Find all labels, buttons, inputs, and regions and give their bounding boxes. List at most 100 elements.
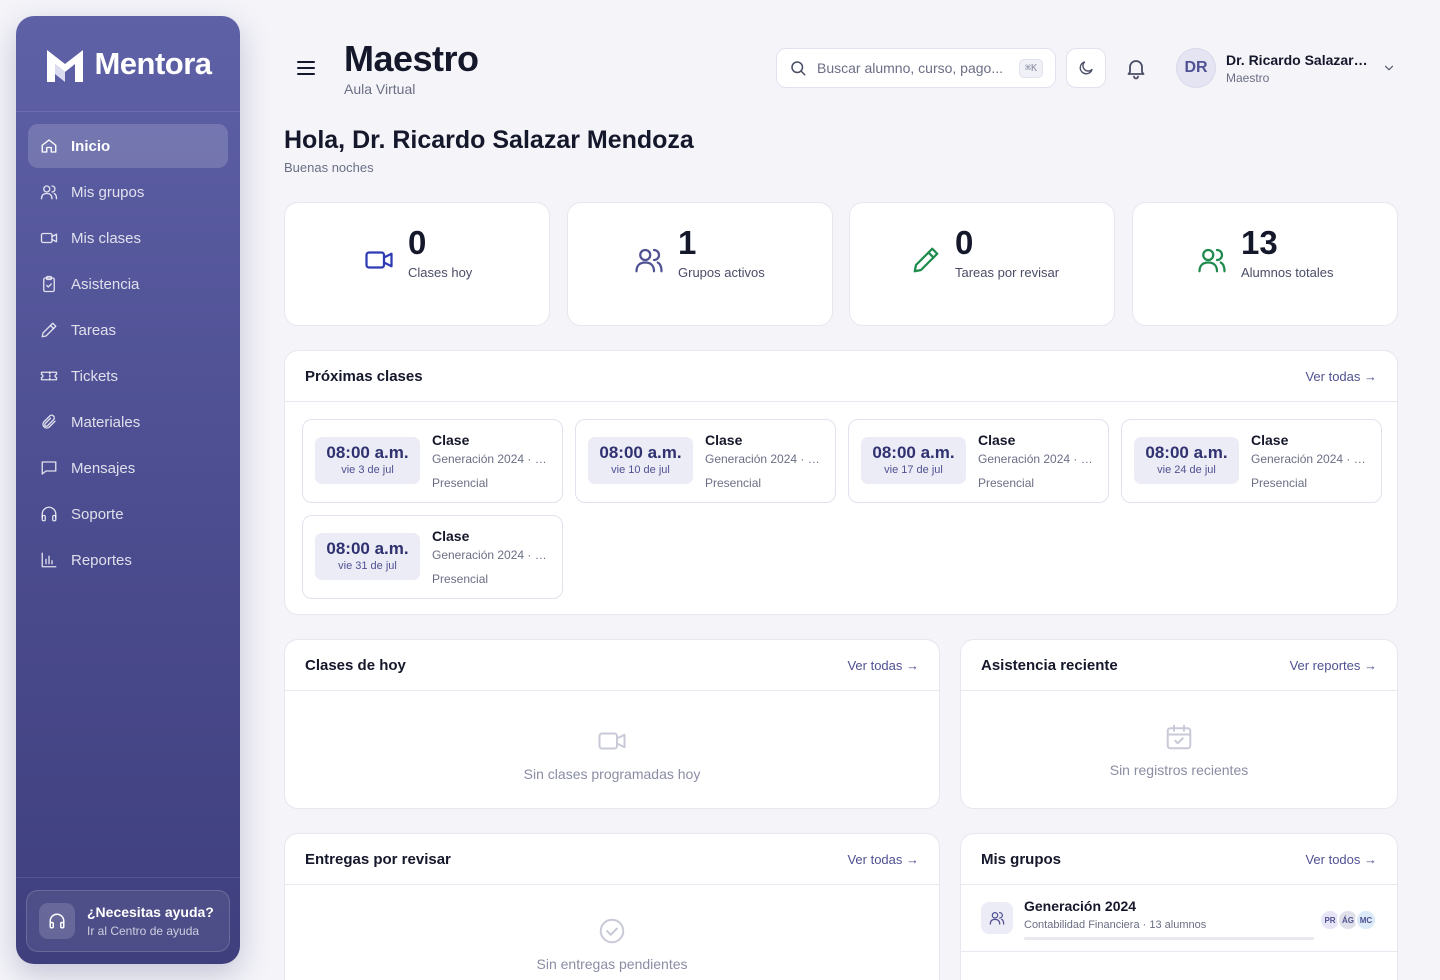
group-progress-bar [1024,937,1314,940]
mentora-logo-icon [47,49,84,82]
view-all-link[interactable]: Ver todas → [847,852,919,867]
class-time-badge: 08:00 a.m. vie 10 de jul [588,437,693,484]
video-icon [598,732,626,750]
empty-state: Sin entregas pendientes [285,916,939,972]
sidebar-item-tickets[interactable]: Tickets [28,354,228,398]
help-center-card[interactable]: ¿Necesitas ayuda? Ir al Centro de ayuda [26,890,230,952]
pencil-icon [913,247,939,272]
users-icon [1198,248,1226,272]
user-name: Dr. Ricardo Salazar Mendoza [1226,51,1370,68]
sidebar-item-reportes[interactable]: Reportes [28,538,228,582]
group-name: Generación 2024 [1024,898,1137,914]
empty-state: Sin clases programadas hoy [285,726,939,782]
class-card[interactable]: 08:00 a.m. vie 3 de jul Clase Generación… [302,419,563,503]
class-mode: Presencial [432,476,489,490]
empty-text: Sin registros recientes [1109,762,1249,778]
sidebar-item-label: Tickets [71,367,118,385]
stat-card-tareas-por-revisar[interactable]: 0 Tareas por revisar [849,202,1115,326]
users-icon [981,902,1013,934]
calendar-check-icon [1166,724,1192,750]
stat-card-clases-hoy[interactable]: 0 Clases hoy [284,202,550,326]
class-title: Clase [432,432,470,448]
page-title: Maestro [344,38,479,79]
group-row[interactable]: Generación 2024 Contabilidad Financiera … [961,886,1397,952]
panel-title: Clases de hoy [305,656,406,674]
moon-icon [1079,61,1093,75]
sidebar: Mentora Inicio Mis grupos Mis clases Asi… [16,16,240,964]
class-card[interactable]: 08:00 a.m. vie 31 de jul Clase Generació… [302,515,563,599]
sidebar-item-mis-grupos[interactable]: Mis grupos [28,170,228,214]
group-members: PR ÁG MC [1319,909,1377,931]
pencil-icon [41,322,57,338]
view-reports-link[interactable]: Ver reportes → [1290,658,1377,673]
search-bar[interactable]: ⌘K [776,48,1056,88]
sidebar-nav: Inicio Mis grupos Mis clases Asistencia … [16,112,240,877]
view-all-groups-link[interactable]: Ver todos → [1305,852,1377,867]
bar-chart-icon [41,552,57,568]
class-group: Generación 2024 · Contabilidad Financier… [432,548,550,562]
class-time-badge: 08:00 a.m. vie 31 de jul [315,533,420,580]
stat-card-alumnos-totales[interactable]: 13 Alumnos totales [1132,202,1398,326]
clipboard-check-icon [43,275,55,293]
search-input[interactable] [817,60,1009,76]
video-icon [365,250,393,269]
class-time: 08:00 a.m. [872,443,955,462]
stat-label: Grupos activos [678,265,765,280]
class-card[interactable]: 08:00 a.m. vie 24 de jul Clase Generació… [1121,419,1382,503]
stat-value: 0 [408,224,427,261]
class-title: Clase [705,432,743,448]
stat-value: 13 [1241,224,1278,261]
class-date: vie 3 de jul [341,464,394,476]
menu-icon[interactable] [294,56,318,80]
class-date: vie 31 de jul [338,560,397,572]
stat-card-grupos-activos[interactable]: 1 Grupos activos [567,202,833,326]
view-all-link[interactable]: Ver todas → [1305,369,1377,384]
search-shortcut: ⌘K [1018,58,1043,78]
sidebar-item-mis-clases[interactable]: Mis clases [28,216,228,260]
search-icon [791,61,806,76]
stat-label: Clases hoy [408,265,473,280]
sidebar-item-label: Asistencia [71,275,140,293]
sidebar-item-asistencia[interactable]: Asistencia [28,262,228,306]
brand[interactable]: Mentora [16,16,240,112]
class-group: Generación 2024 · Contabilidad Financier… [978,452,1096,466]
class-mode: Presencial [1251,476,1308,490]
sidebar-item-tareas[interactable]: Tareas [28,308,228,352]
view-all-link[interactable]: Ver todas → [847,658,919,673]
stat-label: Alumnos totales [1241,265,1334,280]
class-card[interactable]: 08:00 a.m. vie 17 de jul Clase Generació… [848,419,1109,503]
users-icon [635,248,663,272]
upcoming-classes-panel: Próximas clases Ver todas → 08:00 a.m. v… [284,350,1398,615]
home-icon [41,139,57,153]
bell-icon[interactable] [1124,56,1148,80]
class-title: Clase [1251,432,1289,448]
video-icon [40,232,58,244]
user-menu[interactable]: DR Dr. Ricardo Salazar Mendoza Maestro [1176,47,1400,89]
empty-text: Sin entregas pendientes [536,956,688,972]
panel-title: Próximas clases [305,367,423,385]
stat-value: 1 [678,224,697,261]
member-avatar: MC [1355,909,1377,931]
page-subtitle: Aula Virtual [344,81,416,97]
today-classes-panel: Clases de hoy Ver todas → Sin clases pro… [284,639,940,809]
help-title: ¿Necesitas ayuda? [87,904,214,920]
class-time: 08:00 a.m. [1145,443,1228,462]
theme-toggle-button[interactable] [1066,48,1106,88]
sidebar-item-inicio[interactable]: Inicio [28,124,228,168]
class-card[interactable]: 08:00 a.m. vie 10 de jul Clase Generació… [575,419,836,503]
class-time: 08:00 a.m. [599,443,682,462]
check-circle-icon [599,918,625,944]
my-groups-panel: Mis grupos Ver todos → Generación 2024 C… [960,833,1398,980]
sidebar-item-materiales[interactable]: Materiales [28,400,228,444]
class-time-badge: 08:00 a.m. vie 17 de jul [861,437,966,484]
chevron-down-icon [1384,65,1394,71]
sidebar-item-soporte[interactable]: Soporte [28,492,228,536]
class-date: vie 24 de jul [1157,464,1216,476]
user-role: Maestro [1226,70,1270,85]
class-time: 08:00 a.m. [326,539,409,558]
message-icon [41,461,57,475]
panel-title: Mis grupos [981,850,1062,868]
sidebar-item-mensajes[interactable]: Mensajes [28,446,228,490]
pending-submissions-panel: Entregas por revisar Ver todas → Sin ent… [284,833,940,980]
sidebar-divider [16,877,240,878]
